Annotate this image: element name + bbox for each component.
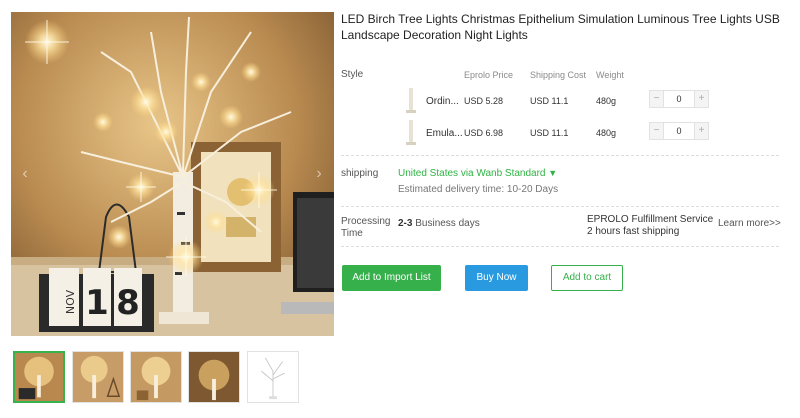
shipping-column-header: Shipping Cost [530,70,587,80]
decrease-button[interactable]: − [650,91,664,107]
variant-name: Emula... [426,128,462,139]
fulfillment-speed: 2 hours fast shipping [587,226,680,237]
style-label: Style [341,69,364,80]
clock-month-text: NOV [64,289,77,314]
gallery-prev-button[interactable]: ‹ [18,163,32,185]
processing-time-label: Processing Time [341,216,391,239]
thumbnail-1-image [15,353,63,401]
decrease-button[interactable]: − [650,123,664,139]
thumbnail-4[interactable] [188,351,240,403]
thumbnail-4-image [189,352,239,402]
quantity-stepper: − + [649,122,709,140]
divider [341,246,779,247]
processing-days-unit: Business days [415,218,480,229]
clock-digit-2: 8 [116,283,140,323]
variant-row[interactable]: Emula... USD 6.98 USD 11.1 480g − + [400,120,720,150]
thumbnail-1[interactable] [13,351,65,403]
increase-button[interactable]: + [694,91,708,107]
thumbnail-5-image [248,352,298,402]
shipping-method-text: United States via Wanb Standard [398,168,546,179]
increase-button[interactable]: + [694,123,708,139]
birch-tree-lamp-photo: NOV 1 8 [11,12,334,336]
divider [341,155,779,156]
variant-weight: 480g [596,128,617,138]
shipping-label: shipping [341,168,379,179]
variant-thumbnail [406,120,416,145]
processing-days: 2-3 Business days [398,218,480,229]
add-to-cart-button[interactable]: Add to cart [551,265,623,291]
processing-days-value: 2-3 [398,218,413,229]
thumbnail-2-image [73,352,123,402]
quantity-stepper: − + [649,90,709,108]
variant-row[interactable]: Ordin... USD 5.28 USD 11.1 480g − + [400,88,720,118]
variant-name: Ordin... [426,96,459,107]
main-product-image[interactable]: NOV 1 8 [11,12,334,336]
dropdown-arrow-icon: ▼ [548,168,558,178]
clock-digit-1: 1 [85,283,109,323]
weight-column-header: Weight [596,70,624,80]
thumbnail-3[interactable] [130,351,182,403]
gallery-next-button[interactable]: › [312,163,326,185]
thumbnail-5[interactable] [247,351,299,403]
variant-shipping-cost: USD 11.1 [530,96,569,106]
delivery-estimate: Estimated delivery time: 10-20 Days [398,184,559,195]
add-to-import-list-button[interactable]: Add to Import List [342,265,441,291]
variant-thumbnail [406,88,416,113]
buy-now-button[interactable]: Buy Now [465,265,528,291]
variant-weight: 480g [596,96,617,106]
variant-price: USD 5.28 [464,96,504,106]
product-title: LED Birch Tree Lights Christmas Epitheli… [341,12,780,42]
variant-shipping-cost: USD 11.1 [530,128,569,138]
variant-price: USD 6.98 [464,128,504,138]
fulfillment-service: EPROLO Fulfillment Service [587,214,714,225]
quantity-input[interactable] [664,123,694,139]
price-column-header: Eprolo Price [464,70,514,80]
quantity-input[interactable] [664,91,694,107]
fulfillment-info: EPROLO Fulfillment Service 2 hours fast … [587,214,713,238]
divider [341,206,779,207]
thumbnail-2[interactable] [72,351,124,403]
shipping-method-dropdown[interactable]: United States via Wanb Standard ▼ [398,168,557,179]
learn-more-link[interactable]: Learn more>> [718,218,781,229]
thumbnail-3-image [131,352,181,402]
